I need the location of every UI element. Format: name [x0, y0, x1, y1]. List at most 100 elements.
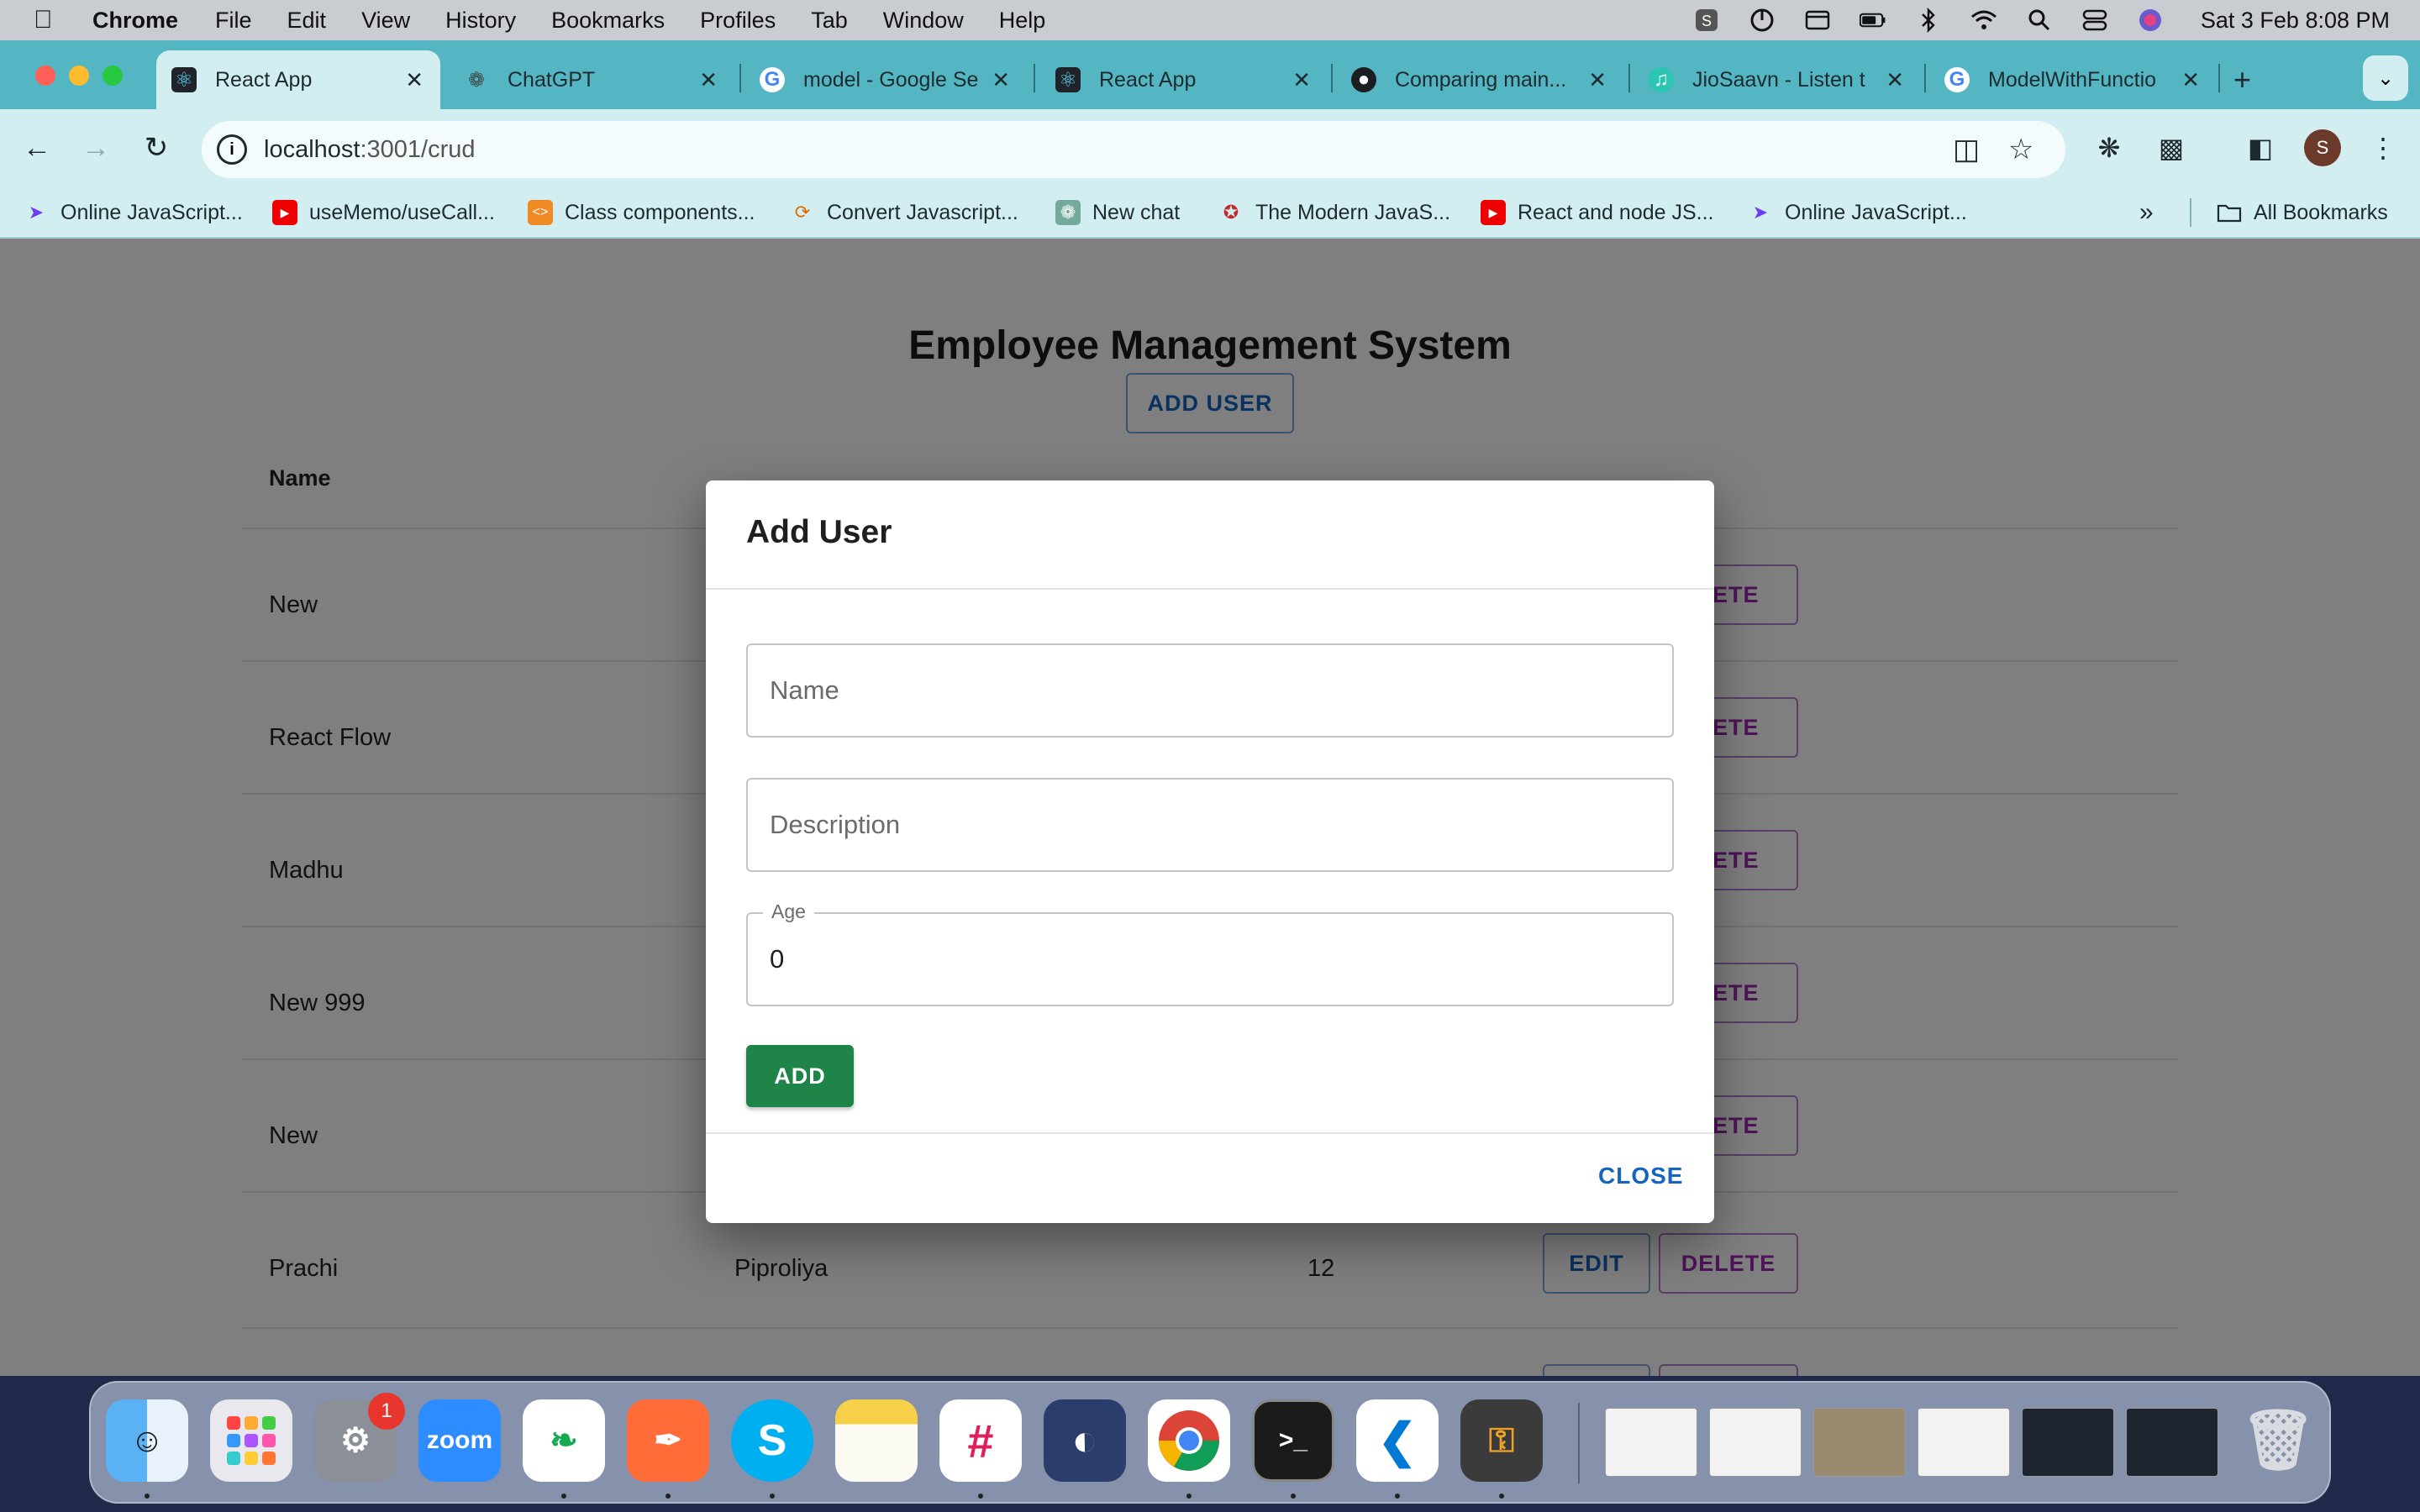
tab-label: ModelWithFunctio	[1988, 67, 2157, 92]
extensions-puzzle-icon[interactable]: ▩	[2151, 128, 2191, 168]
skype-icon[interactable]: S	[731, 1399, 813, 1482]
bookmark-label: The Modern JavaS...	[1255, 200, 1451, 224]
vscode-icon[interactable]: ❮	[1356, 1399, 1439, 1482]
bookmark-modern-javascript[interactable]: ✪ The Modern JavaS...	[1218, 197, 1450, 228]
bookmark-react-node[interactable]: ▶ React and node JS...	[1481, 197, 1713, 228]
playcode-icon: ➤	[28, 202, 45, 223]
side-panel-icon[interactable]: ◧	[2240, 128, 2281, 168]
more-menu-icon[interactable]: ⋮	[2363, 128, 2403, 168]
tab-separator	[1034, 64, 1035, 92]
add-button[interactable]: ADD	[746, 1045, 854, 1107]
new-tab-plus-icon[interactable]: +	[2233, 62, 2251, 97]
trash-icon[interactable]: 🗑	[2237, 1399, 2319, 1482]
menu-clock[interactable]: Sat 3 Feb 8:08 PM	[2201, 8, 2390, 34]
minimized-window-thumbnail[interactable]	[1918, 1408, 2010, 1477]
postman-icon[interactable]: ✒	[627, 1399, 709, 1482]
bluetooth-icon[interactable]	[1915, 8, 1942, 33]
menu-history[interactable]: History	[445, 8, 516, 34]
minimized-window-thumbnail[interactable]	[2126, 1408, 2218, 1477]
address-bar[interactable]: i localhost:3001/crud ◫ ☆	[202, 121, 2065, 178]
tab-search-chevron-icon[interactable]: ⌄	[2363, 55, 2408, 101]
mongodb-compass-icon[interactable]: ❧	[523, 1399, 605, 1482]
tab-jiosaavn[interactable]: ♫ JioSaavn - Listen t ✕	[1634, 50, 1921, 109]
tab-github-comparing[interactable]: ● Comparing main... ✕	[1336, 50, 1623, 109]
skype-status-icon[interactable]: S	[1693, 8, 1720, 33]
keychain-access-icon[interactable]: ⚿	[1460, 1399, 1543, 1482]
dialog-title: Add User	[746, 514, 892, 550]
battery-icon[interactable]	[1859, 8, 1886, 33]
bookmark-star-icon[interactable]: ☆	[2008, 133, 2033, 166]
bookmark-online-javascript[interactable]: ➤ Online JavaScript...	[24, 197, 243, 228]
tab-separator	[739, 64, 741, 92]
bookmark-convert-javascript[interactable]: ⟳ Convert Javascript...	[790, 197, 1018, 228]
bookmark-new-chat[interactable]: ❁ New chat	[1055, 197, 1180, 228]
tab-react-app-active[interactable]: ⚛ React App ✕	[156, 50, 440, 109]
minimized-window-thumbnail[interactable]	[1605, 1408, 1697, 1477]
slack-icon[interactable]: #	[939, 1399, 1022, 1482]
close-icon[interactable]: ✕	[992, 67, 1010, 93]
apple-icon[interactable]: 	[34, 6, 64, 34]
reload-icon[interactable]: ↻	[136, 128, 176, 168]
tab-separator	[1924, 64, 1926, 92]
name-field[interactable]: Name	[746, 643, 1674, 738]
bookmark-online-javascript-2[interactable]: ➤ Online JavaScript...	[1748, 197, 1967, 228]
minimized-window-thumbnail[interactable]	[2022, 1408, 2114, 1477]
tab-model-with-function[interactable]: G ModelWithFunctio ✕	[1929, 50, 2217, 109]
add-user-dialog: Add User Name Description Age 0 ADD CLOS…	[706, 480, 1714, 1223]
bookmark-label: Online JavaScript...	[60, 200, 243, 224]
siri-icon[interactable]	[2137, 8, 2164, 33]
running-indicator	[145, 1494, 150, 1499]
notes-icon[interactable]	[835, 1399, 918, 1482]
close-icon[interactable]: ✕	[2181, 67, 2200, 93]
close-button[interactable]: CLOSE	[1598, 1163, 1683, 1189]
all-bookmarks-button[interactable]: All Bookmarks	[2217, 197, 2388, 228]
menu-file[interactable]: File	[215, 8, 252, 34]
close-icon[interactable]: ✕	[1588, 67, 1607, 93]
terminal-icon[interactable]: >_	[1252, 1399, 1334, 1482]
minimize-window-button[interactable]	[69, 66, 89, 86]
close-icon[interactable]: ✕	[699, 67, 718, 93]
bookmark-usememo[interactable]: ▶ useMemo/useCall...	[272, 197, 495, 228]
menu-tab[interactable]: Tab	[811, 8, 848, 34]
url-path: :3001/crud	[360, 136, 476, 163]
maximize-window-button[interactable]	[103, 66, 123, 86]
menu-view[interactable]: View	[361, 8, 410, 34]
tab-google-model[interactable]: G model - Google Se ✕	[744, 50, 1027, 109]
close-icon[interactable]: ✕	[1292, 67, 1311, 93]
description-field[interactable]: Description	[746, 778, 1674, 872]
finder-icon[interactable]: ☺	[106, 1399, 188, 1482]
install-app-icon[interactable]: ◫	[1953, 133, 1980, 166]
mattermost-icon[interactable]: ◐	[1044, 1399, 1126, 1482]
more-bookmarks-chevron-icon[interactable]: »	[2139, 197, 2154, 228]
age-field[interactable]: Age 0	[746, 900, 1674, 1006]
running-indicator	[1395, 1494, 1400, 1499]
close-icon[interactable]: ✕	[1886, 67, 1904, 93]
tab-react-app[interactable]: ⚛ React App ✕	[1040, 50, 1328, 109]
spotlight-search-icon[interactable]	[2026, 8, 2053, 33]
zoom-icon[interactable]: zoom	[418, 1399, 501, 1482]
menu-window[interactable]: Window	[883, 8, 964, 34]
back-arrow-icon[interactable]: ←	[17, 128, 57, 168]
wifi-icon[interactable]	[1970, 8, 1997, 33]
launchpad-icon[interactable]	[210, 1399, 292, 1482]
chrome-icon[interactable]	[1148, 1399, 1230, 1482]
menu-edit[interactable]: Edit	[287, 8, 327, 34]
menu-profiles[interactable]: Profiles	[700, 8, 776, 34]
url-text[interactable]: localhost:3001/crud	[264, 136, 476, 164]
menu-bookmarks[interactable]: Bookmarks	[551, 8, 665, 34]
close-window-button[interactable]	[35, 66, 55, 86]
minimized-window-thumbnail[interactable]	[1709, 1408, 1802, 1477]
bookmark-class-components[interactable]: <> Class components...	[528, 197, 755, 228]
forward-arrow-icon[interactable]: →	[76, 128, 116, 168]
close-icon[interactable]: ✕	[405, 67, 424, 93]
menu-app-name[interactable]: Chrome	[92, 8, 178, 34]
tab-chatgpt[interactable]: ❁ ChatGPT ✕	[449, 50, 734, 109]
extension-bug-icon[interactable]: ❋	[2089, 128, 2129, 168]
minimized-window-thumbnail[interactable]	[1813, 1408, 1906, 1477]
menu-help[interactable]: Help	[999, 8, 1046, 34]
profile-avatar[interactable]: S	[2304, 129, 2341, 166]
calendar-icon[interactable]	[1804, 8, 1831, 33]
power-icon[interactable]	[1749, 8, 1776, 33]
control-center-icon[interactable]	[2081, 8, 2108, 33]
site-info-icon[interactable]: i	[217, 134, 247, 165]
